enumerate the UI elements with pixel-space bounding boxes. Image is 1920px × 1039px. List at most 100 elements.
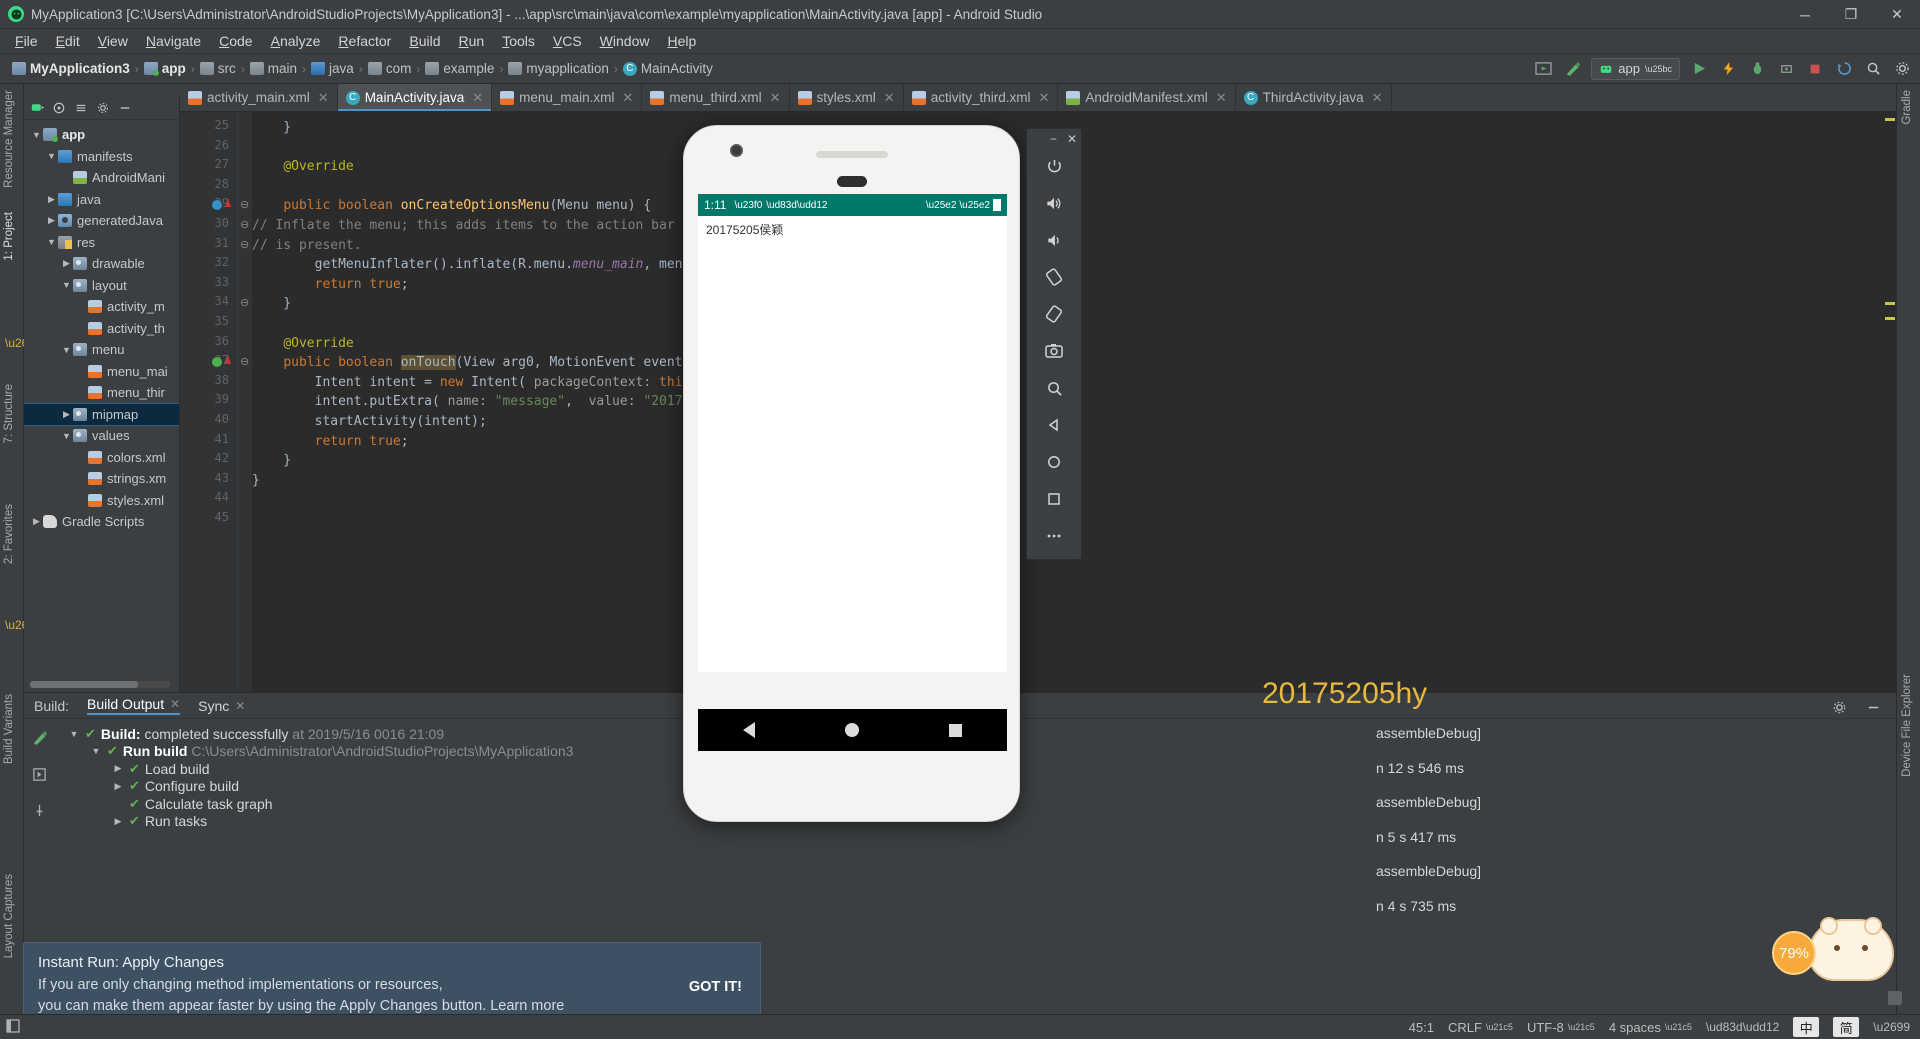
tree-item[interactable]: ▶java bbox=[24, 189, 179, 211]
chevron-down-icon[interactable]: ▼ bbox=[45, 237, 58, 247]
breadcrumb-item-main[interactable]: main bbox=[250, 61, 297, 76]
editor-folding-column[interactable]: ⊖⊖⊖⊖⊖ bbox=[238, 112, 252, 692]
editor-tab-menu_main-xml[interactable]: menu_main.xml✕ bbox=[492, 84, 642, 111]
breadcrumb-item-myapplication[interactable]: myapplication bbox=[508, 61, 609, 76]
chevron-updown-icon[interactable]: \u21c5 bbox=[1568, 1022, 1595, 1032]
emulator-close-button[interactable]: ✕ bbox=[1067, 132, 1077, 146]
sidebar-item-gradle[interactable]: Gradle bbox=[1901, 90, 1913, 125]
chevron-updown-icon[interactable]: \u21c5 bbox=[1665, 1022, 1692, 1032]
tree-item[interactable]: AndroidMani bbox=[24, 167, 179, 189]
breadcrumb-item-myapplication3[interactable]: MyApplication3 bbox=[12, 61, 130, 76]
search-everywhere-icon[interactable] bbox=[1863, 59, 1883, 79]
chevron-down-icon[interactable]: ▼ bbox=[45, 151, 58, 161]
menu-item-refactor[interactable]: Refactor bbox=[329, 30, 400, 52]
tree-item[interactable]: ▶drawable bbox=[24, 253, 179, 275]
attach-debugger-icon[interactable] bbox=[1776, 59, 1796, 79]
chevron-down-icon[interactable]: ▼ bbox=[90, 746, 102, 756]
close-button[interactable]: ✕ bbox=[1874, 0, 1920, 29]
chevron-right-icon[interactable]: ▶ bbox=[60, 409, 73, 420]
menu-item-tools[interactable]: Tools bbox=[493, 30, 544, 52]
code-line[interactable]: @Override bbox=[252, 334, 354, 354]
assistant-score-badge[interactable]: 79% bbox=[1772, 931, 1816, 975]
editor-vertical-scrollbar[interactable] bbox=[1884, 112, 1896, 692]
code-line[interactable]: startActivity(intent); bbox=[252, 412, 487, 432]
editor-gutter[interactable]: 2526272829303132333435363738394041424344… bbox=[180, 112, 238, 692]
tree-item[interactable]: ▼layout bbox=[24, 275, 179, 297]
indent-setting[interactable]: 4 spaces \u21c5 bbox=[1609, 1020, 1692, 1035]
stop-icon[interactable] bbox=[1805, 59, 1825, 79]
editor-tab-androidmanifest-xml[interactable]: AndroidManifest.xml✕ bbox=[1058, 84, 1235, 111]
code-line[interactable]: getMenuInflater().inflate(R.menu.menu_ma… bbox=[252, 255, 706, 275]
android-navigation-bar[interactable] bbox=[698, 709, 1007, 751]
close-icon[interactable]: ✕ bbox=[884, 90, 895, 106]
chevron-down-icon[interactable]: ▼ bbox=[68, 729, 80, 739]
menu-item-edit[interactable]: Edit bbox=[47, 30, 89, 52]
code-folding-icon[interactable]: ⊖ bbox=[240, 355, 249, 368]
apply-changes-icon[interactable] bbox=[1718, 59, 1738, 79]
editor-tab-mainactivity-java[interactable]: CMainActivity.java✕ bbox=[338, 84, 492, 111]
build-window-minimize-icon[interactable] bbox=[1866, 700, 1881, 720]
build-icon[interactable] bbox=[31, 729, 48, 751]
emulator-screen[interactable]: 1:11 \u23f0 \ud83d\udd12 \u25e2 \u25e2 2… bbox=[698, 194, 1007, 672]
got-it-button[interactable]: GOT IT! bbox=[689, 979, 742, 995]
menu-item-view[interactable]: View bbox=[89, 30, 137, 52]
line-separator[interactable]: CRLF \u21c5 bbox=[1448, 1020, 1513, 1035]
chevron-right-icon[interactable]: ▶ bbox=[30, 516, 43, 527]
tree-item[interactable]: ▼manifests bbox=[24, 146, 179, 168]
chevron-down-icon[interactable]: \u25bc bbox=[1645, 64, 1672, 74]
chevron-right-icon[interactable]: ▶ bbox=[60, 258, 73, 269]
sdk-manager-icon[interactable] bbox=[1562, 59, 1582, 79]
chevron-right-icon[interactable]: ▶ bbox=[45, 194, 58, 205]
recents-button[interactable] bbox=[949, 724, 962, 737]
code-line[interactable]: public boolean onTouch(View arg0, Motion… bbox=[252, 353, 706, 373]
editor-tab-menu_third-xml[interactable]: menu_third.xml✕ bbox=[642, 84, 789, 111]
chevron-right-icon[interactable]: ▶ bbox=[45, 215, 58, 226]
back-button[interactable] bbox=[743, 722, 755, 738]
chevron-down-icon[interactable]: ▼ bbox=[60, 345, 73, 355]
sidebar-item-resource-manager[interactable]: Resource Manager bbox=[3, 90, 15, 188]
breadcrumb-item-mainactivity[interactable]: CMainActivity bbox=[623, 61, 713, 76]
warning-marker[interactable] bbox=[1885, 302, 1895, 305]
android-emulator-window[interactable]: 1:11 \u23f0 \ud83d\udd12 \u25e2 \u25e2 2… bbox=[683, 125, 1020, 822]
avd-manager-icon[interactable] bbox=[1533, 59, 1553, 79]
editor-tab-styles-xml[interactable]: styles.xml✕ bbox=[790, 84, 904, 111]
tab-build-output[interactable]: Build Output ✕ bbox=[87, 696, 180, 715]
code-folding-icon[interactable]: ⊖ bbox=[240, 218, 249, 231]
close-icon[interactable]: ✕ bbox=[1372, 90, 1383, 106]
target-icon[interactable] bbox=[52, 101, 66, 115]
editor-tab-activity_third-xml[interactable]: activity_third.xml✕ bbox=[904, 84, 1059, 111]
warning-marker[interactable] bbox=[1885, 118, 1895, 121]
tree-item[interactable]: colors.xml bbox=[24, 447, 179, 469]
editor-tab-thirdactivity-java[interactable]: CThirdActivity.java✕ bbox=[1236, 84, 1392, 111]
sidebar-item-build-variants[interactable]: Build Variants bbox=[3, 694, 15, 764]
close-icon[interactable]: ✕ bbox=[170, 697, 180, 711]
tree-item-selected[interactable]: ▶mipmap bbox=[24, 404, 179, 426]
close-icon[interactable]: ✕ bbox=[318, 90, 329, 106]
ime-simplified-indicator[interactable]: 简 bbox=[1833, 1017, 1859, 1037]
back-icon[interactable] bbox=[1039, 414, 1069, 436]
code-line[interactable]: } bbox=[252, 451, 291, 471]
breadcrumb-item-app[interactable]: app bbox=[144, 61, 186, 76]
project-horizontal-scrollbar[interactable] bbox=[30, 681, 170, 688]
maximize-button[interactable]: ❐ bbox=[1828, 0, 1874, 29]
chevron-right-icon[interactable]: ▶ bbox=[112, 763, 124, 774]
chevron-down-icon[interactable]: ▼ bbox=[60, 431, 73, 441]
collapse-all-icon[interactable] bbox=[74, 101, 88, 115]
sidebar-item-favorites[interactable]: 2: Favorites bbox=[3, 504, 15, 564]
home-button[interactable] bbox=[845, 723, 859, 737]
close-icon[interactable]: ✕ bbox=[472, 90, 483, 106]
close-icon[interactable]: ✕ bbox=[1038, 90, 1049, 106]
zoom-icon[interactable] bbox=[1039, 377, 1069, 399]
breadcrumb-item-src[interactable]: src bbox=[200, 61, 236, 76]
editor-tab-activity_main-xml[interactable]: activity_main.xml✕ bbox=[180, 84, 338, 111]
sidebar-item-project[interactable]: 1: Project bbox=[3, 212, 15, 261]
rotate-right-icon[interactable] bbox=[1039, 303, 1069, 325]
chevron-down-icon[interactable]: ▼ bbox=[60, 280, 73, 290]
android-view-selector-icon[interactable] bbox=[30, 101, 44, 115]
close-icon[interactable]: ✕ bbox=[770, 90, 781, 106]
code-line[interactable]: } bbox=[252, 471, 260, 491]
floating-assistant-widget[interactable]: 79% bbox=[1772, 915, 1902, 1007]
code-line[interactable]: } bbox=[252, 118, 291, 138]
tree-item[interactable]: ▼menu bbox=[24, 339, 179, 361]
override-marker-icon[interactable] bbox=[225, 355, 231, 364]
